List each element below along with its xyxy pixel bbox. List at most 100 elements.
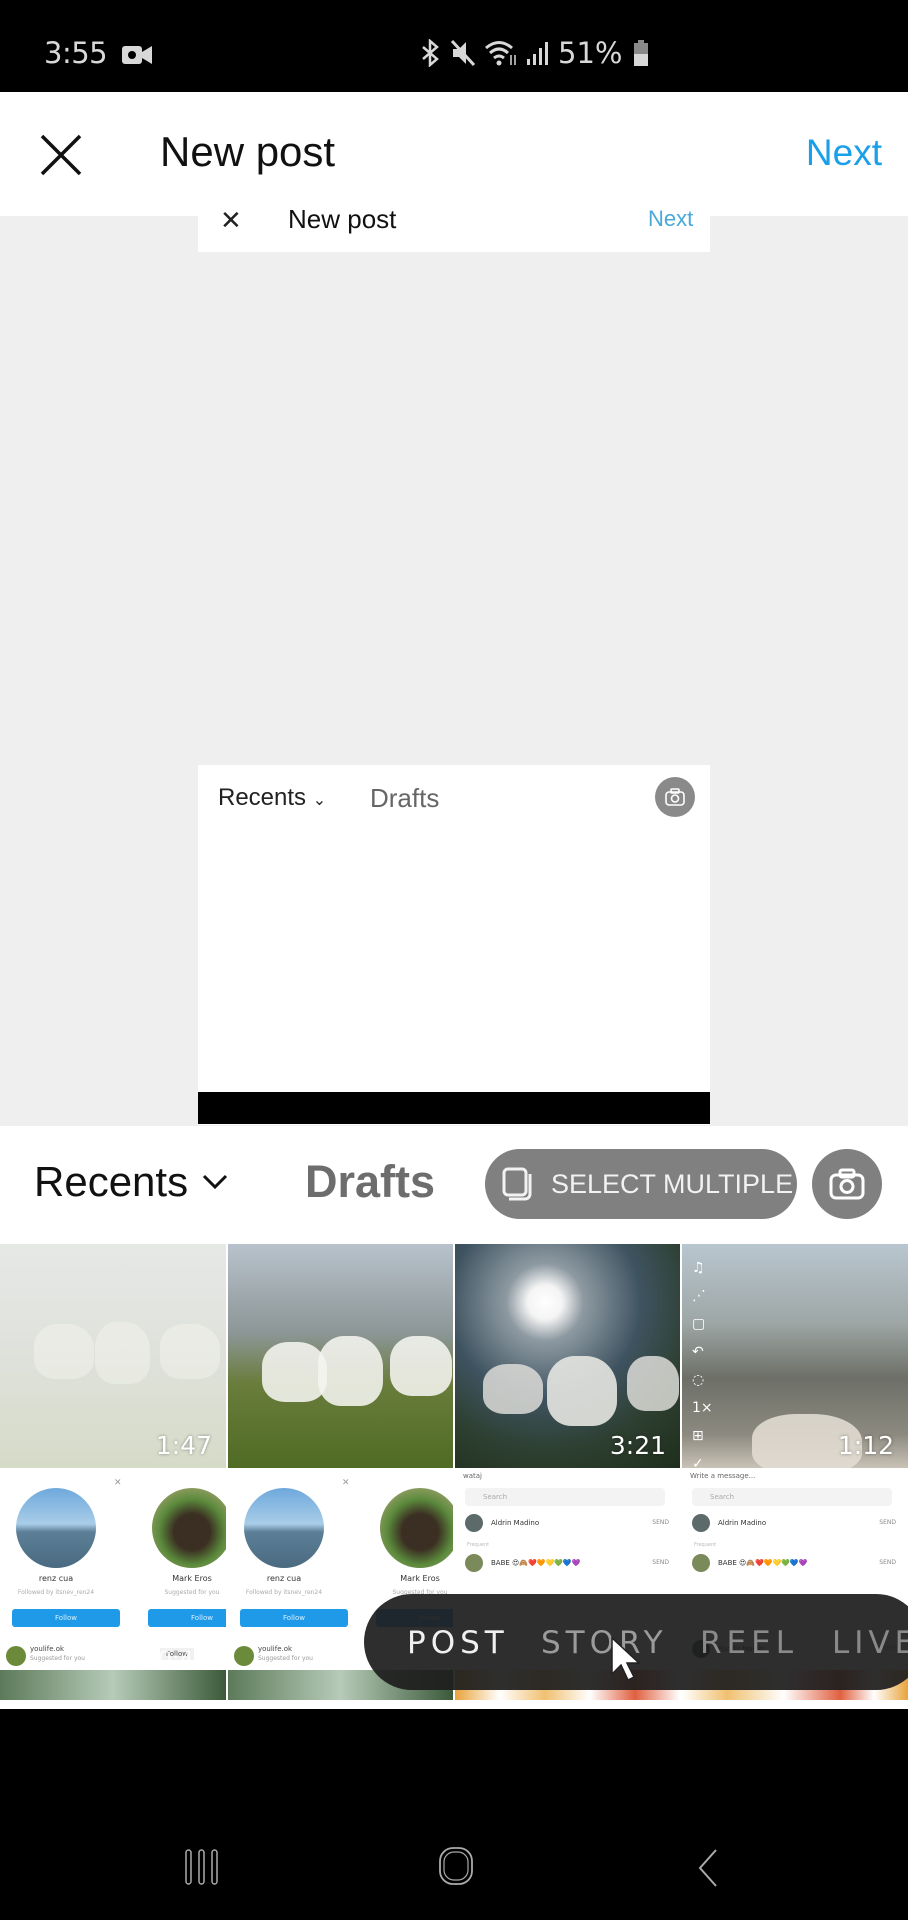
multi-select-icon xyxy=(502,1167,532,1201)
suggested-subtitle: Suggested for you xyxy=(258,1655,313,1662)
recents-dropdown[interactable]: Recents xyxy=(34,1158,228,1206)
recents-label: Recents xyxy=(34,1158,189,1205)
avatar xyxy=(465,1554,483,1572)
media-tile[interactable]: renz cua Followed by itsnev_ren24 Follow… xyxy=(0,1470,226,1700)
dm-row: Aldrin Madino SEND xyxy=(463,1514,673,1534)
drafts-tab[interactable]: Drafts xyxy=(305,1156,435,1208)
dismiss-icon: ✕ xyxy=(114,1478,122,1488)
avatar xyxy=(6,1646,26,1666)
follow-button: Follow xyxy=(12,1609,120,1627)
dm-section-label: Frequent xyxy=(467,1542,490,1548)
dm-name: BABE 😍🙈❤️🧡💛💚💙💜 xyxy=(491,1559,581,1567)
status-time: 3:55 xyxy=(44,36,108,70)
screen-record-icon xyxy=(122,46,152,64)
dismiss-icon: ✕ xyxy=(342,1478,350,1488)
video-duration: 1:47 xyxy=(155,1431,212,1460)
battery-percent: 51% xyxy=(558,36,623,70)
mode-tab-reel[interactable]: REEL xyxy=(700,1625,798,1661)
system-nav-bar xyxy=(0,1710,908,1920)
preview-close-icon: ✕ xyxy=(220,206,242,236)
dm-send: SEND xyxy=(879,1559,896,1566)
card-subtitle: Followed by itsnev_ren24 xyxy=(17,1589,95,1596)
select-multiple-button[interactable]: SELECT MULTIPLE xyxy=(485,1149,797,1219)
next-button[interactable]: Next xyxy=(806,132,882,174)
camera-button[interactable] xyxy=(812,1149,882,1219)
dm-search: Search xyxy=(692,1488,892,1506)
dm-header: wataj xyxy=(463,1472,482,1480)
avatar xyxy=(16,1488,96,1568)
editor-toolbar-icons: ♫ ⋰ ▢ ↶ ◌ 1× ⊞ ✓ xyxy=(692,1260,713,1468)
back-icon[interactable] xyxy=(696,1848,720,1888)
suggested-card: renz cua Followed by itsnev_ren24 Follow… xyxy=(228,1474,350,1634)
recent-apps-icon[interactable] xyxy=(184,1848,220,1886)
dm-send: SEND xyxy=(652,1519,669,1526)
chevron-down-icon: ⌄ xyxy=(312,792,327,809)
dm-name: Aldrin Madino xyxy=(718,1519,767,1527)
dm-name: BABE 😍🙈❤️🧡💛💚💙💜 xyxy=(718,1559,808,1567)
preview-title: New post xyxy=(288,204,397,234)
status-icons: 51% xyxy=(420,36,649,70)
mode-tab-post[interactable]: POST xyxy=(407,1625,509,1661)
avatar xyxy=(692,1554,710,1572)
chevron-down-icon xyxy=(203,1174,228,1190)
close-icon[interactable] xyxy=(36,130,86,180)
avatar xyxy=(234,1646,254,1666)
camera-icon xyxy=(829,1168,865,1200)
sheep-shape xyxy=(95,1322,150,1384)
sheep-shape xyxy=(34,1324,94,1379)
preview-recents-label: Recents ⌄ xyxy=(218,784,326,812)
media-tile[interactable] xyxy=(228,1244,453,1468)
sheep-shape xyxy=(160,1324,220,1379)
media-tile[interactable]: 1:47 xyxy=(0,1244,226,1468)
dm-search: Search xyxy=(465,1488,665,1506)
sheep-shape xyxy=(627,1356,679,1411)
page-title: New post xyxy=(160,128,336,175)
follow-button: Follow xyxy=(240,1609,348,1627)
preview-mini-gallery xyxy=(198,765,710,1125)
video-duration: 1:12 xyxy=(837,1431,894,1460)
dm-row: Aldrin Madino SEND xyxy=(690,1514,900,1534)
card-name: Mark Eros xyxy=(400,1574,440,1583)
media-tile[interactable]: 3:21 xyxy=(455,1244,680,1468)
dm-send: SEND xyxy=(879,1519,896,1526)
suggested-card: Mark Eros Suggested for you Follow xyxy=(136,1474,226,1634)
media-tile[interactable]: ♫ ⋰ ▢ ↶ ◌ 1× ⊞ ✓ 1:12 xyxy=(682,1244,908,1468)
preview-camera-icon xyxy=(655,777,695,817)
dm-send: SEND xyxy=(652,1559,669,1566)
preview-black-bar xyxy=(198,1092,710,1124)
select-multiple-label: SELECT MULTIPLE xyxy=(551,1168,794,1199)
preview-recents-text: Recents xyxy=(218,784,307,811)
dm-section-label: Frequent xyxy=(694,1542,717,1548)
sheep-shape xyxy=(547,1356,617,1426)
wifi-icon xyxy=(485,41,516,66)
mute-icon xyxy=(450,39,476,67)
suggested-name: youlife.ok xyxy=(30,1645,65,1653)
sheep-shape xyxy=(390,1336,452,1396)
mouse-cursor-icon xyxy=(611,1636,641,1682)
home-icon[interactable] xyxy=(437,1846,475,1886)
avatar xyxy=(152,1488,226,1568)
card-name: Mark Eros xyxy=(172,1574,212,1583)
avatar xyxy=(380,1488,453,1568)
card-subtitle: Suggested for you xyxy=(164,1589,220,1596)
card-name: renz cua xyxy=(38,1574,74,1583)
suggested-name: youlife.ok xyxy=(258,1645,293,1653)
dm-row: BABE 😍🙈❤️🧡💛💚💙💜 SEND xyxy=(690,1554,900,1574)
dm-row: BABE 😍🙈❤️🧡💛💚💙💜 SEND xyxy=(463,1554,673,1574)
app-header xyxy=(0,92,908,216)
sheep-shape xyxy=(483,1364,543,1414)
card-subtitle: Followed by itsnev_ren24 xyxy=(245,1589,323,1596)
avatar xyxy=(465,1514,483,1532)
video-duration: 0:42 xyxy=(158,1648,208,1673)
dm-name: Aldrin Madino xyxy=(491,1519,540,1527)
bluetooth-icon xyxy=(422,39,439,67)
card-name: renz cua xyxy=(266,1574,302,1583)
suggested-subtitle: Suggested for you xyxy=(30,1655,85,1662)
status-bar: 3:55 51% xyxy=(0,0,908,92)
mode-tab-live[interactable]: LIVE xyxy=(832,1625,908,1661)
avatar xyxy=(692,1514,710,1532)
follow-button: Follow xyxy=(148,1609,226,1627)
battery-icon xyxy=(634,40,649,66)
mode-tab-story[interactable]: STORY xyxy=(541,1625,668,1661)
avatar xyxy=(244,1488,324,1568)
